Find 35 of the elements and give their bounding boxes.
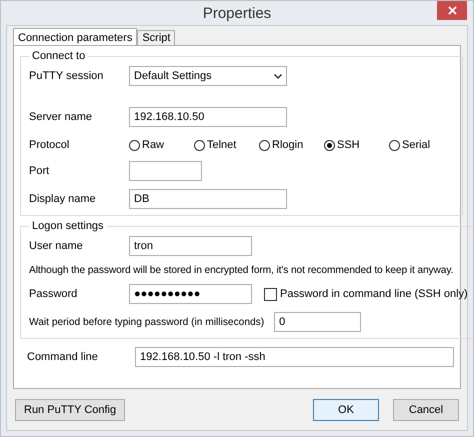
- text-field[interactable]: [129, 161, 202, 181]
- text-field[interactable]: DB: [129, 189, 287, 209]
- field-label: Server name: [29, 111, 93, 123]
- field-label: PuTTY session: [29, 70, 104, 82]
- close-button[interactable]: [437, 1, 467, 20]
- checkbox-option[interactable]: Password in command line (SSH only): [264, 288, 468, 300]
- field-label: Port: [29, 165, 50, 177]
- tab[interactable]: Script: [137, 30, 176, 45]
- text-field[interactable]: tron: [129, 236, 252, 256]
- radio-option[interactable]: SSH: [324, 139, 389, 151]
- text-field[interactable]: 192.168.10.50: [129, 107, 287, 127]
- dialog-button[interactable]: Cancel: [393, 399, 459, 421]
- text-field[interactable]: 192.168.10.50 -l tron -ssh: [135, 347, 454, 367]
- chevron-icon: [274, 74, 282, 78]
- radio-option[interactable]: Rlogin: [259, 139, 324, 151]
- session-dropdown[interactable]: Default Settings: [129, 66, 287, 86]
- tab[interactable]: Connection parameters: [13, 28, 138, 45]
- close-icon: [448, 6, 456, 15]
- field-label: Command line: [27, 351, 99, 363]
- group-title: Logon settings: [31, 220, 105, 232]
- radio-option[interactable]: Telnet: [194, 139, 259, 151]
- radio-option[interactable]: Raw: [129, 139, 194, 151]
- password-field[interactable]: ●●●●●●●●●●: [129, 284, 252, 304]
- radio-option[interactable]: Serial: [389, 139, 454, 151]
- field-label: Display name: [29, 193, 97, 205]
- note-text: Although the password will be stored in encrypted form, it's not recommended to keep it anyway.: [29, 265, 454, 276]
- dialog-button[interactable]: Run PuTTY Config: [15, 399, 126, 421]
- field-label: Password: [29, 288, 78, 300]
- field-label: User name: [29, 240, 84, 252]
- dialog-button[interactable]: OK: [313, 399, 379, 421]
- group-title: Connect to: [31, 50, 86, 62]
- field-label: Wait period before typing password (in milliseconds): [29, 316, 264, 328]
- text-field[interactable]: 0: [274, 312, 362, 332]
- window-title: Properties: [202, 4, 272, 22]
- field-label: Protocol: [29, 139, 70, 151]
